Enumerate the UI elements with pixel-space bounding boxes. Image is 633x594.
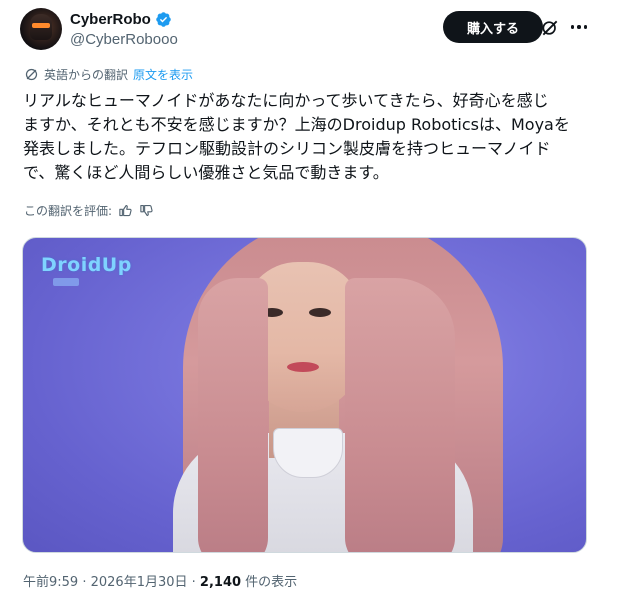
tweet-text-line: ますか、それとも不安を感じますか？上海のDroidup Roboticsは、Mo… <box>23 115 570 134</box>
tweet-media-video[interactable]: DroidUp <box>22 237 587 553</box>
translation-bar: 英語からの翻訳 原文を表示 <box>24 66 193 83</box>
tweet-text: リアルなヒューマノイドがあなたに向かって歩いてきたら、好奇心を感じ ますか、それ… <box>23 89 613 185</box>
avatar-visor <box>32 23 50 28</box>
author-display-name[interactable]: CyberRobo <box>70 11 151 28</box>
tweet-text-line: で、驚くほど人間らしい優雅さと気品で動きます。 <box>23 163 389 182</box>
media-hair-left <box>198 278 268 552</box>
tweet-date[interactable]: 2026年1月30日 <box>91 575 188 590</box>
verified-badge-icon <box>156 12 171 27</box>
robot-avatar[interactable] <box>20 8 62 50</box>
tweet-time[interactable]: 午前9:59 <box>23 575 78 590</box>
tweet-text-line: リアルなヒューマノイドがあなたに向かって歩いてきたら、好奇心を感じ <box>23 91 549 110</box>
views-count: 2,140 <box>199 575 242 590</box>
media-hair-right <box>345 278 455 552</box>
show-original-link[interactable]: 原文を表示 <box>133 66 193 83</box>
media-eye <box>309 308 331 317</box>
thumbs-up-icon[interactable] <box>118 203 133 218</box>
tweet-meta: 午前9:59 · 2026年1月30日 · 2,140 件の表示 <box>23 571 297 590</box>
translated-from-label: 英語からの翻訳 <box>44 68 129 82</box>
tweet-header: CyberRobo @CyberRobooo 購入する <box>20 8 620 56</box>
meta-separator: · <box>187 575 200 590</box>
author-handle[interactable]: @CyberRobooo <box>70 31 178 48</box>
grok-icon[interactable] <box>540 18 560 38</box>
views-label: 件の表示 <box>241 575 298 590</box>
translation-rating: この翻訳を評価: <box>24 202 154 219</box>
media-collar <box>273 428 343 478</box>
media-lips <box>287 362 319 372</box>
thumbs-down-icon[interactable] <box>139 203 154 218</box>
media-watermark-sub <box>53 278 79 286</box>
author-name-row[interactable]: CyberRobo <box>70 11 172 28</box>
media-watermark: DroidUp <box>41 254 132 276</box>
more-icon[interactable] <box>568 16 590 38</box>
meta-separator: · <box>78 575 91 590</box>
buy-button[interactable]: 購入する <box>443 11 543 43</box>
tweet-text-line: 発表しました。テフロン駆動設計のシリコン製皮膚を持つヒューマノイド <box>23 139 551 158</box>
rate-translation-label: この翻訳を評価: <box>24 204 113 218</box>
translate-icon <box>25 68 38 81</box>
